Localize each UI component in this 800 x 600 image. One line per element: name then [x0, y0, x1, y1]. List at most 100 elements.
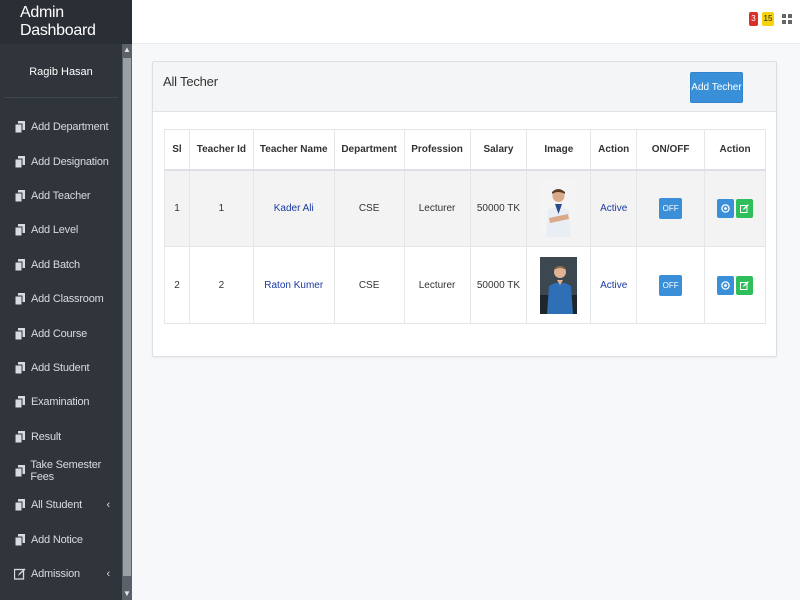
sidebar-item-add-batch[interactable]: Add Batch [0, 248, 122, 282]
off-toggle-button[interactable]: OFF [659, 197, 683, 219]
copy-icon [14, 498, 26, 512]
cell-actions [704, 169, 766, 247]
column-header: Department [333, 129, 405, 171]
cell-salary: 50000 TK [469, 246, 528, 324]
edit-button[interactable] [736, 275, 754, 295]
copy-icon [14, 155, 26, 169]
sidebar-item-add-student[interactable]: Add Student [0, 351, 122, 385]
chevron-left-icon: ‹ [106, 499, 111, 512]
sidebar-item-label: Add Student [31, 361, 90, 374]
cell-teacher-id: 2 [188, 246, 254, 324]
cell-profession: Lecturer [403, 169, 471, 247]
sidebar-item-label: Add Department [31, 121, 109, 134]
cell-image [526, 246, 592, 324]
copy-icon [14, 361, 26, 375]
sidebar-item-label: Admission [31, 568, 80, 581]
cell-salary: 50000 TK [469, 169, 528, 247]
app-title[interactable]: Admin Dashboard [0, 0, 132, 44]
column-header: Action [590, 129, 638, 171]
eye-icon [721, 280, 730, 290]
cell-profession: Lecturer [403, 246, 471, 324]
sidebar-content: Ragib Hasan Add Department Add Designatio… [0, 44, 122, 600]
sidebar-item-add-level[interactable]: Add Level [0, 213, 122, 247]
copy-icon [14, 327, 26, 341]
view-button[interactable] [717, 275, 735, 295]
user-name[interactable]: Ragib Hasan [4, 44, 118, 98]
column-header: Salary [469, 129, 528, 171]
edit-icon [14, 567, 26, 581]
sidebar-item-label: Add Batch [31, 258, 80, 271]
column-header: Sl [164, 129, 190, 171]
copy-icon [14, 464, 25, 478]
column-header: Teacher Id [188, 129, 254, 171]
grid-icon[interactable] [782, 14, 792, 24]
scrollbar-thumb[interactable] [123, 58, 131, 576]
teachers-table: Sl Teacher Id Teacher Name Department Profes… [164, 129, 766, 324]
cell-actions [704, 246, 766, 324]
add-teacher-button[interactable]: Add Techer [690, 72, 743, 103]
column-header: Teacher Name [252, 129, 335, 171]
column-header: Action [704, 129, 766, 171]
copy-icon [14, 395, 26, 409]
sidebar-item-take-semester-fees[interactable]: Take Semester Fees [0, 454, 122, 488]
teacher-photo [540, 256, 578, 314]
status-link[interactable]: Active [590, 246, 638, 324]
cell-teacher-id: 1 [188, 169, 254, 247]
sidebar-item-label: Add Classroom [31, 293, 104, 306]
cell-department: CSE [333, 169, 405, 247]
cell-toggle: OFF [636, 169, 706, 247]
teachers-panel: All Techer Add Techer Sl Teacher Id Teache… [152, 61, 777, 357]
eye-icon [721, 204, 730, 213]
copy-icon [14, 120, 26, 134]
sidebar-item-label: All Student [31, 499, 83, 512]
sidebar-item-add-department[interactable]: Add Department [0, 110, 122, 144]
edit-button[interactable] [736, 198, 754, 218]
sidebar-item-examination[interactable]: Examination [0, 385, 122, 419]
sidebar-item-label: Add Level [31, 224, 79, 237]
scroll-up-icon[interactable]: ▲ [122, 44, 132, 56]
sidebar-item-label: Add Designation [31, 155, 109, 168]
sidebar-item-label: Examination [31, 396, 90, 409]
message-badge[interactable]: 15 [762, 12, 774, 26]
copy-icon [14, 292, 26, 306]
copy-icon [14, 430, 26, 444]
copy-icon [14, 533, 26, 547]
sidebar: Admin Dashboard Ragib Hasan Add Departme… [0, 0, 132, 600]
column-header: ON/OFF [636, 129, 706, 171]
notification-badge[interactable]: 3 [749, 12, 758, 26]
cell-sl: 2 [164, 246, 190, 324]
sidebar-scrollbar[interactable]: ▲ ▼ [122, 44, 132, 600]
sidebar-item-label: Result [31, 430, 61, 443]
table-row: 2 2 Raton Kumer CSE Lecturer 50000 TK Active OF… [164, 246, 766, 324]
sidebar-item-admission[interactable]: Admission ‹ [0, 557, 122, 591]
status-link[interactable]: Active [590, 169, 638, 247]
teacher-photo [540, 179, 578, 237]
chevron-left-icon: ‹ [106, 568, 111, 581]
cell-teacher-name[interactable]: Kader Ali [252, 169, 335, 247]
panel-title: All Techer [163, 74, 218, 89]
table-header-row: Sl Teacher Id Teacher Name Department Profes… [164, 129, 766, 171]
cell-toggle: OFF [636, 246, 706, 324]
cell-sl: 1 [164, 169, 190, 247]
column-header: Image [526, 129, 592, 171]
sidebar-item-add-notice[interactable]: Add Notice [0, 523, 122, 557]
sidebar-menu: Add Department Add Designation Add Teacher… [0, 98, 122, 591]
sidebar-item-add-classroom[interactable]: Add Classroom [0, 282, 122, 316]
scroll-down-icon[interactable]: ▼ [122, 588, 132, 600]
edit-icon [740, 203, 749, 213]
view-button[interactable] [717, 198, 735, 218]
table-row: 1 1 Kader Ali CSE Lecturer 50000 TK Active OFF [164, 169, 766, 247]
sidebar-item-all-student[interactable]: All Student ‹ [0, 488, 122, 522]
copy-icon [14, 223, 26, 237]
cell-teacher-name[interactable]: Raton Kumer [252, 246, 335, 324]
sidebar-item-label: Add Course [31, 327, 88, 340]
panel-header: All Techer Add Techer [153, 62, 776, 112]
sidebar-item-add-teacher[interactable]: Add Teacher [0, 179, 122, 213]
edit-icon [740, 280, 749, 290]
top-navbar: 3 15 [132, 0, 800, 44]
sidebar-item-add-designation[interactable]: Add Designation [0, 144, 122, 178]
off-toggle-button[interactable]: OFF [659, 274, 683, 296]
sidebar-item-label: Add Teacher [31, 189, 91, 202]
sidebar-item-result[interactable]: Result [0, 420, 122, 454]
sidebar-item-add-course[interactable]: Add Course [0, 316, 122, 350]
